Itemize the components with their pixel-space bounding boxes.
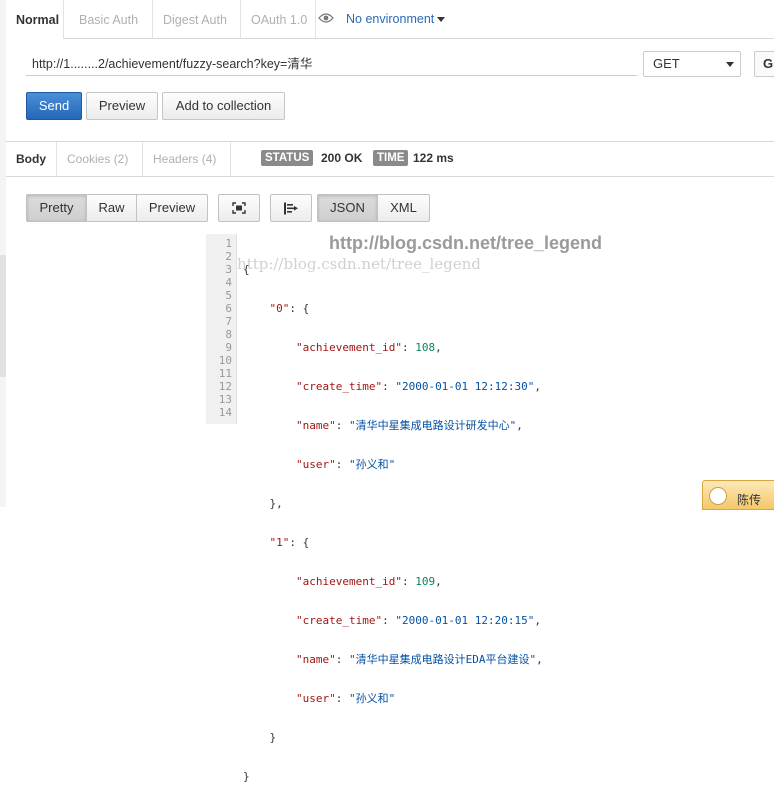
line-number: 9 [225,341,232,354]
code-line: "1": { [269,536,310,549]
watermark-url: http://blog.csdn.net/tree_legend [329,233,603,253]
code-line: "create_time": "2000-01-01 12:20:15", [295,614,542,627]
line-number: 7 [225,315,232,328]
chat-contact-name: 陈传 [737,493,762,507]
tab-cookies[interactable]: Cookies (2) [57,142,143,176]
view-preview-button[interactable]: Preview [136,194,208,222]
left-scroll-strip [0,0,6,507]
tab-basic-auth[interactable]: Basic Auth [69,0,153,38]
line-number: 6 [225,302,232,315]
extra-action-button[interactable]: G [754,51,774,77]
code-line: } [243,770,250,783]
code-line: "name": "清华中星集成电路设计EDA平台建设", [295,653,543,666]
environment-label: No environment [346,12,435,26]
tab-normal[interactable]: Normal [6,0,64,39]
tab-digest-auth[interactable]: Digest Auth [153,0,241,38]
view-raw-button[interactable]: Raw [86,194,137,222]
code-line: "name": "清华中星集成电路设计研发中心", [295,419,523,432]
code-lines: { "0": { "achievement_id": 108, "create_… [243,237,543,809]
line-number: 11 [218,367,232,380]
line-number: 12 [218,380,232,393]
url-input[interactable] [26,50,637,76]
time-value: 122 ms [413,151,454,165]
line-number: 13 [218,393,232,406]
line-number: 8 [225,328,232,341]
wrap-lines-button[interactable] [270,194,312,222]
time-badge: TIME [373,150,409,166]
eye-icon[interactable] [318,12,334,24]
environment-select[interactable]: No environment [346,12,446,26]
code-line: }, [243,497,283,510]
line-number-gutter: 1 2 3 4 5 6 7 8 9 10 11 12 13 14 [206,234,237,424]
chevron-down-icon [726,62,734,67]
tab-headers[interactable]: Headers (4) [143,142,231,176]
line-number: 5 [225,289,232,302]
chat-popup[interactable]: 陈传 [702,480,774,510]
add-to-collection-button[interactable]: Add to collection [162,92,285,120]
line-number: 14 [218,406,232,419]
wrap-lines-icon [284,202,298,215]
send-button[interactable]: Send [26,92,82,120]
line-number: 4 [225,276,232,289]
code-line: "create_time": "2000-01-01 12:12:30", [295,380,542,393]
line-number: 3 [225,263,232,276]
code-line: "achievement_id": 108, [295,341,442,354]
chevron-down-icon [437,17,446,23]
tab-body[interactable]: Body [6,142,57,176]
method-select[interactable]: GET [643,51,741,77]
code-line: } [243,731,277,744]
line-number: 2 [225,250,232,263]
method-label: GET [653,56,680,71]
status-value: 200 OK [321,151,363,165]
auth-tab-bar: Normal Basic Auth Digest Auth OAuth 1.0 … [6,0,774,39]
view-pretty-button[interactable]: Pretty [26,194,87,222]
watermark-url-faint: http://blog.csdn.net/tree_legend [237,255,481,273]
avatar [709,487,727,505]
section-divider [6,176,774,177]
format-json-button[interactable]: JSON [317,194,378,222]
format-xml-button[interactable]: XML [377,194,430,222]
code-line: "0": { [269,302,310,315]
line-number: 1 [225,237,232,250]
code-line: "user": "孙义和" [295,692,396,705]
code-line: "user": "孙义和" [295,458,396,471]
left-scroll-thumb[interactable] [0,255,6,377]
preview-button[interactable]: Preview [86,92,158,120]
fullscreen-button[interactable] [218,194,260,222]
tab-oauth[interactable]: OAuth 1.0 [241,0,316,38]
line-number: 10 [218,354,232,367]
code-line: "achievement_id": 109, [295,575,442,588]
status-badge: STATUS [261,150,314,166]
fullscreen-icon [232,202,246,214]
